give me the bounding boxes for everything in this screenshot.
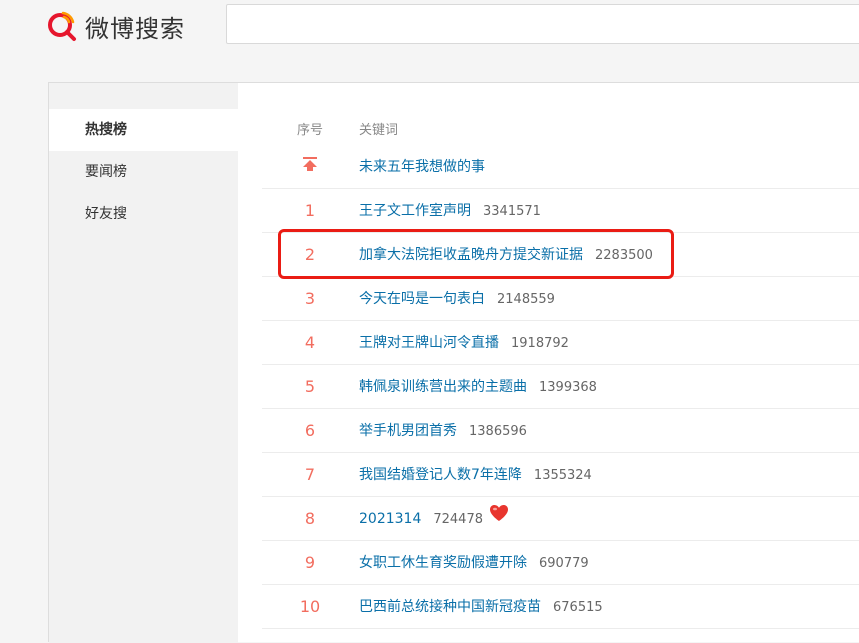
table-row: 9 女职工休生育奖励假遭开除 690779 — [262, 541, 859, 585]
hits-count: 1399368 — [539, 380, 597, 395]
table-row: 8 2021314 724478 — [262, 497, 859, 541]
hits-count: 724478 — [433, 512, 483, 527]
keyword-link[interactable]: 2021314 — [359, 511, 421, 527]
table-row: 3 今天在吗是一句表白 2148559 — [262, 277, 859, 321]
keyword-link[interactable]: 我国结婚登记人数7年连降 — [359, 467, 522, 483]
keyword-cell: 女职工休生育奖励假遭开除 690779 — [359, 541, 589, 585]
sidebar-item-friends-search[interactable]: 好友搜 — [49, 193, 238, 235]
column-header-keyword: 关键词 — [359, 123, 399, 138]
keyword-link[interactable]: 王牌对王牌山河令直播 — [359, 335, 499, 351]
keyword-cell: 韩佩泉训练营出来的主题曲 1399368 — [359, 365, 597, 409]
keyword-link[interactable]: 女职工休生育奖励假遭开除 — [359, 555, 527, 571]
pin-top-icon — [302, 145, 318, 189]
search-input[interactable] — [226, 4, 859, 44]
table-row: 6 举手机男团首秀 1386596 — [262, 409, 859, 453]
rank-cell: 5 — [304, 377, 316, 396]
keyword-cell: 我国结婚登记人数7年连降 1355324 — [359, 453, 592, 497]
keyword-cell: 2021314 724478 — [359, 497, 509, 541]
sidebar-item-hot-search[interactable]: 热搜榜 — [49, 109, 238, 151]
weibo-search-logo[interactable]: 微博搜索 — [46, 8, 185, 44]
keyword-link[interactable]: 举手机男团首秀 — [359, 423, 457, 439]
table-row: 10 巴西前总统接种中国新冠疫苗 676515 — [262, 585, 859, 629]
table-row: 未来五年我想做的事 — [262, 145, 859, 189]
column-header-rank: 序号 — [296, 123, 323, 138]
keyword-cell: 王牌对王牌山河令直播 1918792 — [359, 321, 569, 365]
rank-cell: 7 — [304, 465, 316, 484]
hits-count: 3341571 — [483, 204, 541, 219]
table-header: 序号 关键词 — [262, 109, 859, 145]
table-row: 1 王子文工作室声明 3341571 — [262, 189, 859, 233]
hits-count: 2283500 — [595, 248, 653, 263]
header: 微博搜索 — [0, 0, 859, 52]
keyword-link[interactable]: 王子文工作室声明 — [359, 203, 471, 219]
table-row: 2 加拿大法院拒收孟晚舟方提交新证据 2283500 — [262, 233, 859, 277]
search-logo-icon — [46, 10, 78, 42]
keyword-cell: 今天在吗是一句表白 2148559 — [359, 277, 555, 321]
rank-cell: 6 — [304, 421, 316, 440]
sidebar: 热搜榜 要闻榜 好友搜 — [49, 83, 238, 643]
keyword-cell: 王子文工作室声明 3341571 — [359, 189, 541, 233]
keyword-link[interactable]: 巴西前总统接种中国新冠疫苗 — [359, 599, 541, 615]
rank-cell: 1 — [304, 201, 316, 220]
hits-count: 1386596 — [469, 424, 527, 439]
keyword-cell: 巴西前总统接种中国新冠疫苗 676515 — [359, 585, 603, 629]
table-row: 5 韩佩泉训练营出来的主题曲 1399368 — [262, 365, 859, 409]
hits-count: 1918792 — [511, 336, 569, 351]
keyword-link[interactable]: 未来五年我想做的事 — [359, 159, 485, 175]
hot-search-list: 序号 关键词 未来五年我想做的事 1 王子文工作室声明 3341571 2 加拿… — [262, 83, 859, 643]
logo-text: 微博搜索 — [85, 14, 185, 43]
hits-count: 676515 — [553, 600, 603, 615]
hits-count: 1355324 — [533, 468, 592, 483]
keyword-link[interactable]: 加拿大法院拒收孟晚舟方提交新证据 — [359, 247, 583, 263]
heart-icon — [489, 496, 509, 540]
keyword-cell: 未来五年我想做的事 — [359, 145, 485, 189]
rank-cell: 9 — [304, 553, 316, 572]
hits-count: 690779 — [539, 556, 589, 571]
rank-cell — [262, 145, 358, 189]
rank-cell: 4 — [304, 333, 316, 352]
table-row: 4 王牌对王牌山河令直播 1918792 — [262, 321, 859, 365]
rank-cell: 3 — [304, 289, 316, 308]
rank-cell: 10 — [299, 597, 321, 616]
keyword-cell: 加拿大法院拒收孟晚舟方提交新证据 2283500 — [359, 233, 653, 277]
hits-count: 2148559 — [497, 292, 555, 307]
keyword-link[interactable]: 今天在吗是一句表白 — [359, 291, 485, 307]
rank-cell: 8 — [304, 509, 316, 528]
table-row: 7 我国结婚登记人数7年连降 1355324 — [262, 453, 859, 497]
rank-cell: 2 — [304, 245, 316, 264]
hot-search-panel: 热搜榜 要闻榜 好友搜 序号 关键词 未来五年我想做的事 1 王子文工作室声明 … — [48, 82, 859, 643]
keyword-cell: 举手机男团首秀 1386596 — [359, 409, 527, 453]
sidebar-item-news[interactable]: 要闻榜 — [49, 151, 238, 193]
keyword-link[interactable]: 韩佩泉训练营出来的主题曲 — [359, 379, 527, 395]
